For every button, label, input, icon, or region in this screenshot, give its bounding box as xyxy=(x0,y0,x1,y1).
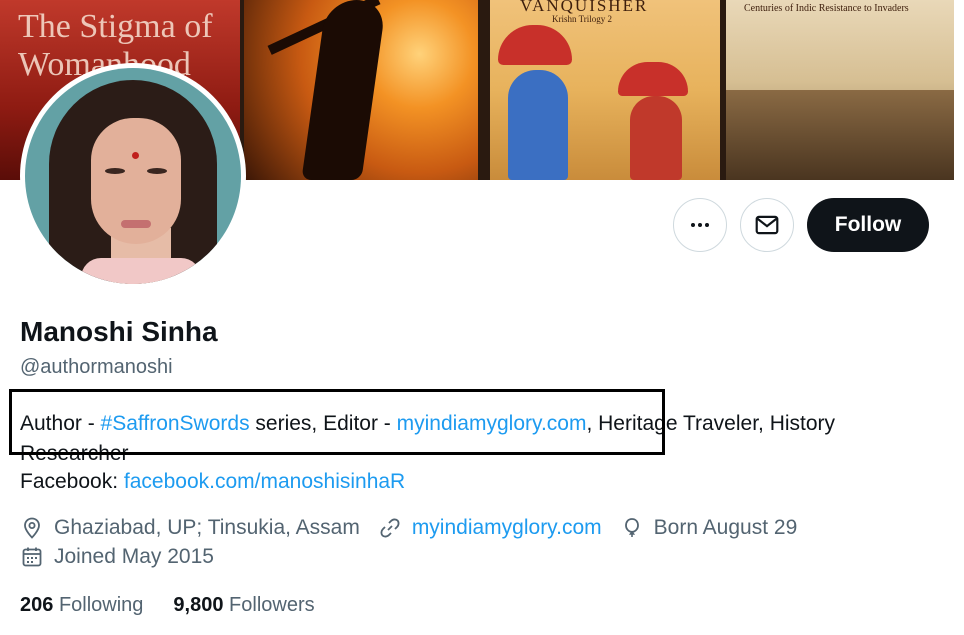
facebook-link[interactable]: facebook.com/manoshisinhaR xyxy=(124,470,405,493)
banner-book-vanquisher: VANQUISHER Krishn Trilogy 2 xyxy=(490,0,720,180)
message-button[interactable] xyxy=(740,198,794,252)
banner-book4-subtitle: Centuries of Indic Resistance to Invader… xyxy=(744,3,909,14)
profile-meta-row: Ghaziabad, UP; Tinsukia, Assam myindiamy… xyxy=(20,516,815,540)
balloon-icon xyxy=(624,518,639,537)
mail-icon xyxy=(755,215,779,235)
follow-button[interactable]: Follow xyxy=(807,198,929,252)
link-icon xyxy=(380,518,400,538)
location-item: Ghaziabad, UP; Tinsukia, Assam xyxy=(20,516,360,540)
bio-facebook-line: Facebook: facebook.com/manoshisinhaR xyxy=(20,467,405,497)
profile-name: Manoshi Sinha xyxy=(20,316,218,347)
profile-actions: Follow xyxy=(673,198,929,252)
followers-link[interactable]: 9,800 Followers xyxy=(173,594,314,617)
highlight-box xyxy=(9,389,665,455)
more-button[interactable] xyxy=(673,198,727,252)
banner-book3-subtitle: Krishn Trilogy 2 xyxy=(552,14,613,24)
joined-text: Joined May 2015 xyxy=(54,545,214,568)
website-item: myindiamyglory.com xyxy=(378,516,602,540)
profile-joined-row: Joined May 2015 xyxy=(20,545,232,569)
following-count: 206 xyxy=(20,594,54,616)
joined-item: Joined May 2015 xyxy=(20,545,214,569)
profile-handle: @authormanoshi xyxy=(20,356,173,378)
birthday-item: Born August 29 xyxy=(620,516,798,540)
location-pin-icon xyxy=(24,517,40,539)
more-horizontal-icon xyxy=(691,223,709,227)
following-label: Following xyxy=(58,594,144,616)
calendar-icon xyxy=(22,547,42,567)
facebook-label: Facebook: xyxy=(20,470,124,493)
followers-count: 9,800 xyxy=(173,594,224,616)
banner-book-silhouette xyxy=(244,0,478,180)
following-link[interactable]: 206 Following xyxy=(20,594,143,617)
banner-book-resistance: Centuries of Indic Resistance to Invader… xyxy=(726,0,954,180)
profile-stats: 206 Following 9,800 Followers xyxy=(20,594,345,617)
birthday-text: Born August 29 xyxy=(653,516,798,539)
avatar[interactable] xyxy=(25,68,241,284)
location-text: Ghaziabad, UP; Tinsukia, Assam xyxy=(54,516,360,539)
followers-label: Followers xyxy=(229,594,315,616)
website-link[interactable]: myindiamyglory.com xyxy=(412,516,602,540)
